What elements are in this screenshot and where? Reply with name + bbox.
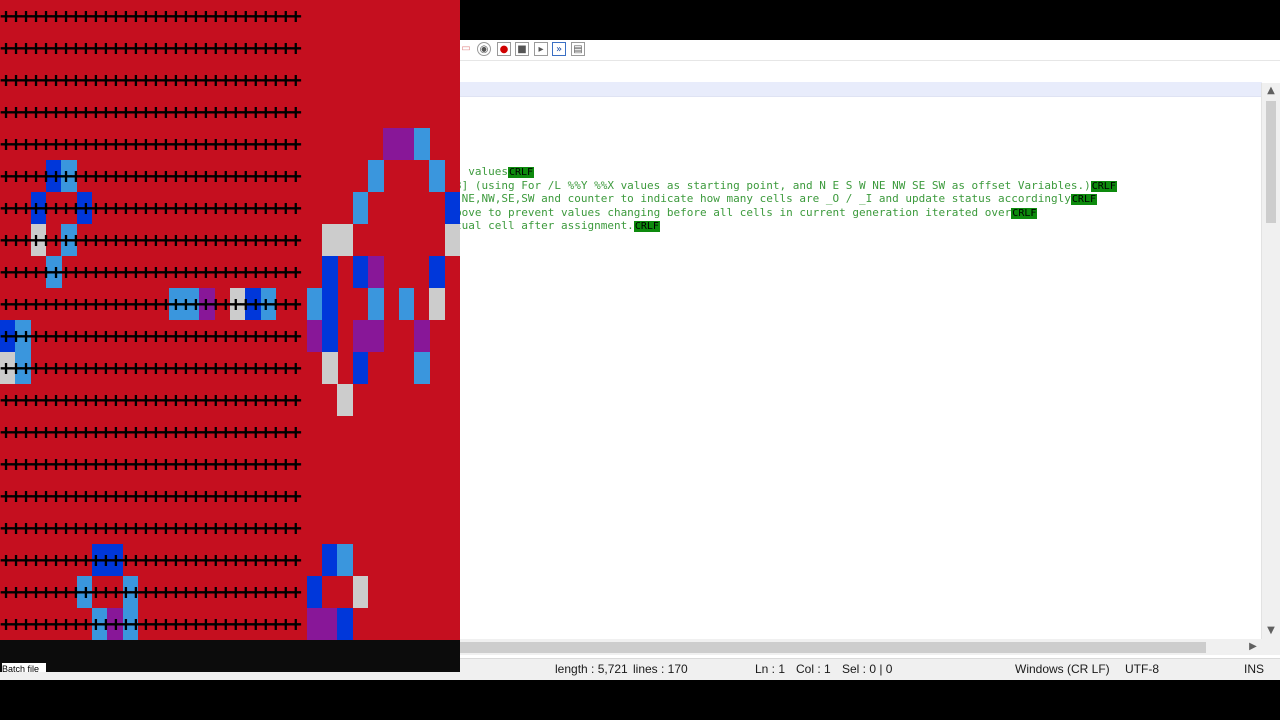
life-grid: ++++++++++++++++++++++++++++++ ++++++++++… [0,0,460,640]
scroll-right-arrow-icon[interactable]: ▶ [1244,639,1262,655]
vertical-scrollbar[interactable]: ▲ ▼ [1261,83,1280,639]
taskbar-label: Batch file [2,663,46,672]
scroll-up-arrow-icon[interactable]: ▲ [1262,83,1280,99]
horizontal-scroll-thumb[interactable] [460,642,1206,653]
status-lines: lines : 170 [633,662,688,676]
crlf-marker: CRLF [1090,180,1117,192]
code-line: 3] (using For /L %%Y %%X values as start… [455,179,1117,194]
crlf-marker: CRLF [1070,194,1097,206]
crlf-marker: CRLF [1011,207,1038,219]
plus-row: ++++++++++++++++++++++++++++++ [0,324,302,348]
plus-row: ++++++++++++++++++++++++++++++ [0,484,302,508]
plus-row: ++++++++++++++++++++++++++++++ [0,516,302,540]
plus-row: ++++++++++++++++++++++++++++++ [0,612,302,636]
code-line: tual cell after assignment.CRLF [455,219,660,234]
code-text: tual cell after assignment. [455,219,634,233]
plus-row: ++++++++++++++++++++++++++++++ [0,100,302,124]
crlf-marker: CRLF [633,221,660,233]
plus-row: ++++++++++++++++++++++++++++++ [0,548,302,572]
code-text: bove to prevent values changing before a… [455,205,1012,219]
plus-row: ++++++++++++++++++++++++++++++ [0,164,302,188]
scrollbar-corner [1262,639,1280,655]
code-text: 3] (using For /L %%Y %%X values as start… [455,178,1091,192]
plus-row: ++++++++++++++++++++++++++++++ [0,132,302,156]
eye-icon[interactable]: ◉ [477,42,491,56]
plus-row: ++++++++++++++++++++++++++++++ [0,356,302,380]
plus-row: ++++++++++++++++++++++++++++++ [0,228,302,252]
open-folder-icon[interactable]: ▭ [460,42,472,56]
code-line: ,NE,NW,SE,SW and counter to indicate how… [455,192,1097,207]
status-insert-mode[interactable]: INS [1244,662,1264,676]
console-window: ++++++++++++++++++++++++++++++ ++++++++++… [0,0,460,672]
plus-row: ++++++++++++++++++++++++++++++ [0,36,302,60]
plus-row: ++++++++++++++++++++++++++++++ [0,452,302,476]
plus-row: ++++++++++++++++++++++++++++++ [0,388,302,412]
plus-row: ++++++++++++++++++++++++++++++ [0,68,302,92]
fast-forward-icon[interactable]: » [552,42,566,56]
code-text: ] values [455,165,508,178]
status-length: length : 5,721 [555,662,628,676]
plus-row: ++++++++++++++++++++++++++++++ [0,260,302,284]
status-selection: Sel : 0 | 0 [842,662,893,676]
plus-row: ++++++++++++++++++++++++++++++ [0,196,302,220]
play-icon[interactable]: ▸ [534,42,548,56]
plus-row: ++++++++++++++++++++++++++++++ [0,580,302,604]
crlf-marker: CRLF [507,167,535,178]
code-text: ,NE,NW,SE,SW and counter to indicate how… [455,192,1071,206]
code-line: bove to prevent values changing before a… [455,205,1038,221]
stop-icon[interactable]: ■ [515,42,529,56]
status-column: Col : 1 [796,662,831,676]
scroll-down-arrow-icon[interactable]: ▼ [1262,623,1280,639]
plus-row: ++++++++++++++++++++++++++++++ [0,292,302,316]
plus-row: ++++++++++++++++++++++++++++++ [0,420,302,444]
status-eol-mode[interactable]: Windows (CR LF) [1015,662,1110,676]
save-macro-icon[interactable]: ▤ [571,42,585,56]
code-line: ] valuesCRLF [455,165,535,180]
plus-row: ++++++++++++++++++++++++++++++ [0,4,302,28]
record-macro-icon[interactable]: ● [497,42,511,56]
vertical-scroll-thumb[interactable] [1266,101,1276,223]
status-encoding[interactable]: UTF-8 [1125,662,1159,676]
status-line-number: Ln : 1 [755,662,786,676]
